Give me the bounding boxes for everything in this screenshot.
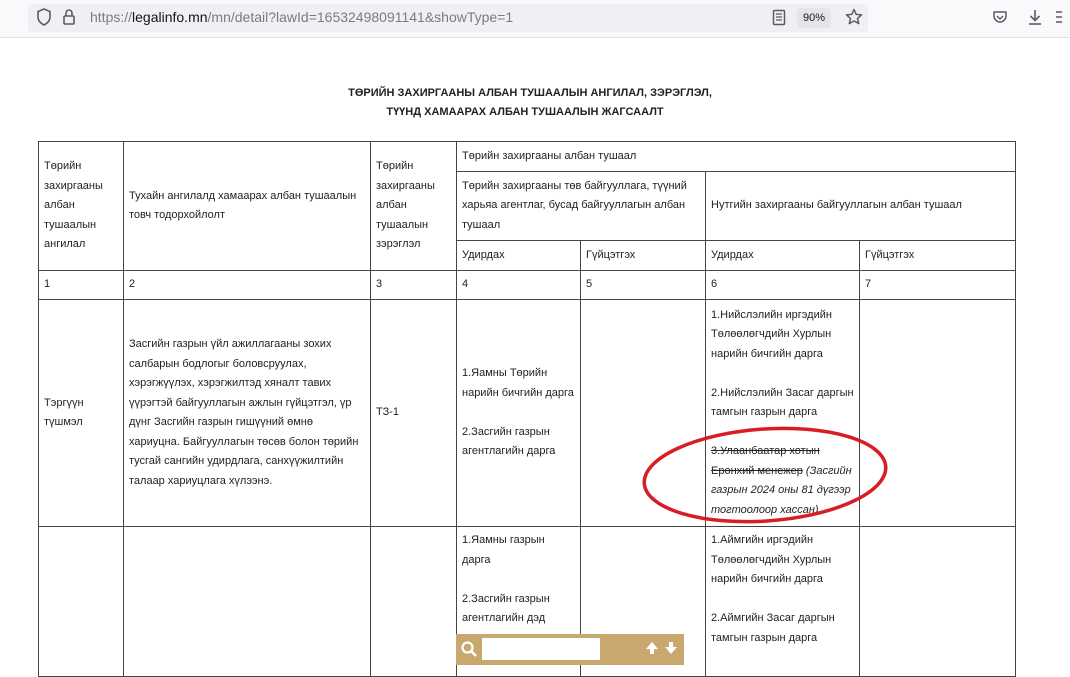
red-annotation-ellipse <box>642 426 888 524</box>
find-bar <box>456 634 684 665</box>
search-icon[interactable] <box>460 640 478 663</box>
arrow-down-icon[interactable] <box>662 639 680 662</box>
arrow-up-icon[interactable] <box>643 639 661 662</box>
find-input[interactable] <box>482 638 600 660</box>
